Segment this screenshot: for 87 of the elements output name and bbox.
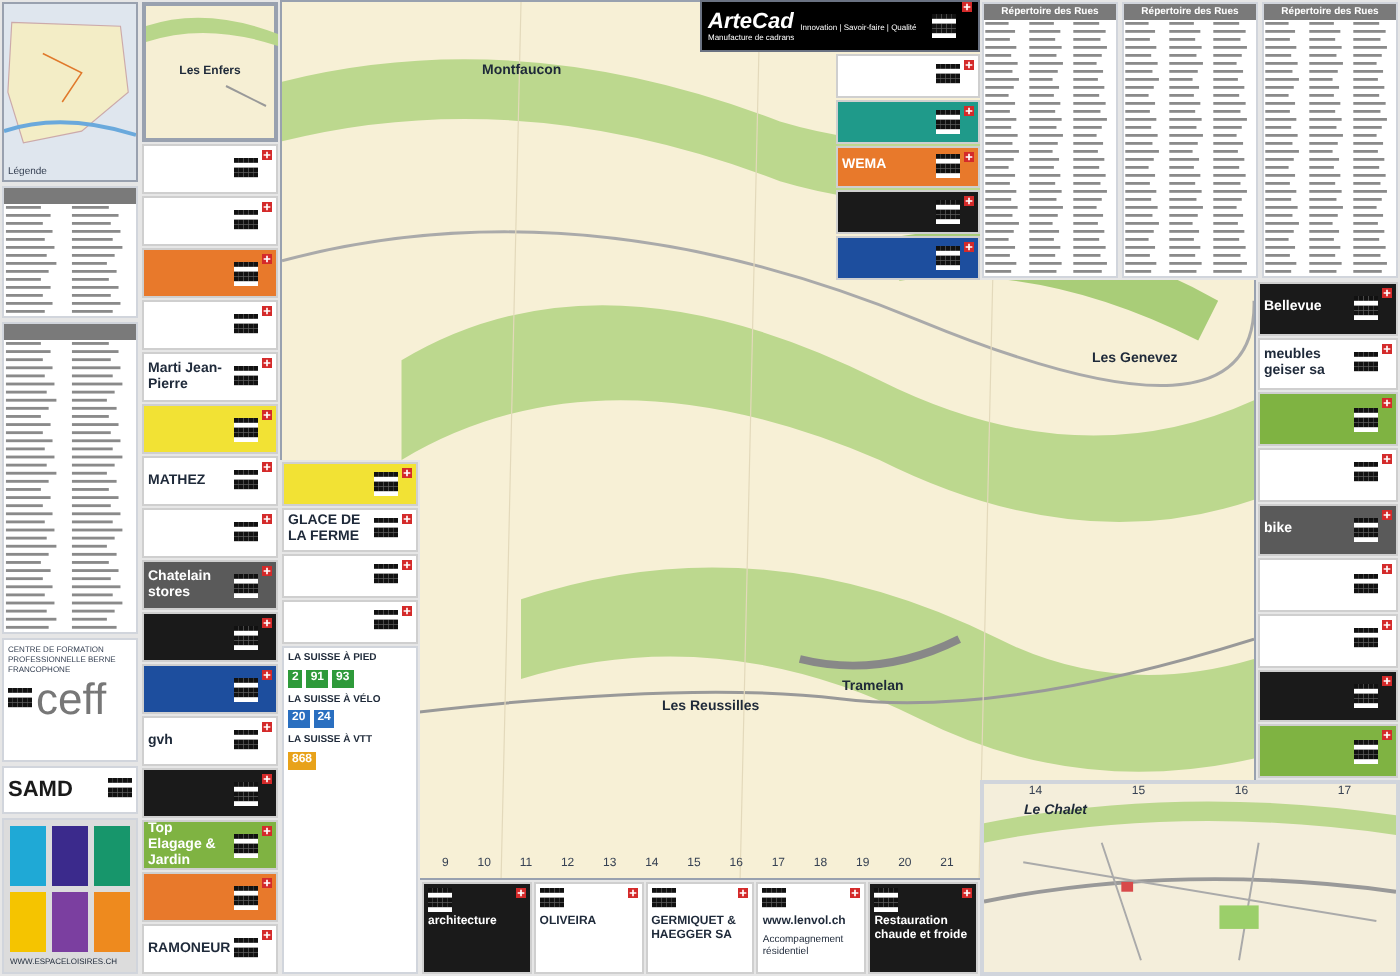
tab-plus-icon — [262, 826, 272, 836]
qr-code-icon — [936, 246, 960, 271]
tab-plus-icon — [402, 468, 412, 478]
tab-plus-icon — [1382, 564, 1392, 575]
qr-code-icon — [8, 688, 32, 712]
qr-code-icon — [234, 833, 258, 857]
qr-code-icon — [234, 365, 258, 389]
qr-code-icon — [1354, 628, 1378, 653]
tab-plus-icon — [964, 151, 974, 162]
tab-plus-icon — [964, 242, 974, 253]
qr-code-icon — [1354, 573, 1378, 598]
tab-plus-icon — [262, 254, 272, 264]
qr-code-icon — [428, 888, 452, 912]
qr-code-icon — [1354, 462, 1378, 487]
tab-plus-icon — [262, 150, 272, 160]
qr-code-icon — [1354, 518, 1378, 543]
qr-code-icon — [936, 154, 960, 179]
tab-plus-icon — [402, 560, 412, 570]
tab-plus-icon — [262, 202, 272, 212]
qr-code-icon — [1354, 739, 1378, 764]
qr-code-icon — [234, 313, 258, 337]
tab-plus-icon — [1382, 730, 1392, 741]
tab-plus-icon — [850, 888, 861, 898]
samd-logo: SAMD — [8, 775, 75, 806]
tab-plus-icon — [262, 930, 272, 940]
tab-plus-icon — [262, 306, 272, 316]
qr-code-icon — [1354, 352, 1378, 376]
tab-plus-icon — [262, 462, 272, 472]
qr-code-icon — [936, 63, 960, 88]
qr-code-icon — [234, 417, 258, 441]
tab-plus-icon — [961, 888, 972, 898]
header-bar — [4, 188, 136, 204]
tab-plus-icon — [262, 774, 272, 784]
qr-code-icon — [234, 781, 258, 805]
qr-code-icon — [234, 157, 258, 181]
tab-plus-icon — [262, 514, 272, 524]
qr-code-icon — [539, 888, 564, 912]
qr-code-icon — [234, 677, 258, 701]
qr-code-icon — [234, 521, 258, 545]
tab-plus-icon — [1382, 509, 1392, 520]
tab-plus-icon — [262, 878, 272, 888]
tab-plus-icon — [1382, 288, 1392, 298]
qr-code-icon — [936, 200, 960, 225]
tab-plus-icon — [738, 888, 749, 898]
qr-code-icon — [234, 261, 258, 285]
tab-plus-icon — [262, 410, 272, 420]
tab-plus-icon — [1382, 343, 1392, 354]
tab-plus-icon — [402, 606, 412, 616]
qr-code-icon — [234, 729, 258, 753]
tab-plus-icon — [262, 566, 272, 576]
tab-plus-icon — [1382, 675, 1392, 686]
tab-plus-icon — [627, 888, 638, 898]
qr-code-icon — [108, 778, 132, 802]
qr-code-icon — [1354, 407, 1378, 432]
qr-code-icon — [234, 209, 258, 233]
qr-code-icon — [1354, 296, 1378, 321]
qr-code-icon — [234, 885, 258, 909]
tab-plus-icon — [1382, 620, 1392, 631]
ceff-logo: ceff — [36, 676, 107, 724]
header-bar — [4, 324, 136, 340]
tab-plus-icon — [262, 722, 272, 732]
tab-plus-icon — [964, 60, 974, 70]
qr-code-icon — [1354, 684, 1378, 709]
tab-plus-icon — [402, 514, 412, 524]
qr-code-icon — [874, 888, 899, 912]
qr-code-icon — [234, 469, 258, 493]
qr-code-icon — [762, 888, 787, 912]
qr-code-icon — [936, 109, 960, 134]
tab-plus-icon — [262, 618, 272, 628]
qr-code-icon — [374, 472, 398, 496]
qr-code-icon — [932, 14, 956, 38]
tab-plus-icon — [1382, 398, 1392, 409]
tab-plus-icon — [1382, 454, 1392, 465]
tab-plus-icon — [962, 2, 972, 12]
tab-plus-icon — [262, 670, 272, 680]
tab-plus-icon — [262, 358, 272, 368]
artecad-logo: ArteCad — [708, 11, 795, 33]
qr-code-icon — [374, 518, 398, 542]
tab-plus-icon — [964, 105, 974, 116]
qr-code-icon — [374, 564, 398, 588]
qr-code-icon — [374, 610, 398, 634]
qr-code-icon — [234, 573, 258, 597]
qr-code-icon — [234, 625, 258, 649]
qr-code-icon — [651, 888, 676, 912]
qr-code-icon — [234, 937, 258, 961]
tab-plus-icon — [964, 196, 974, 207]
tab-plus-icon — [515, 888, 526, 898]
